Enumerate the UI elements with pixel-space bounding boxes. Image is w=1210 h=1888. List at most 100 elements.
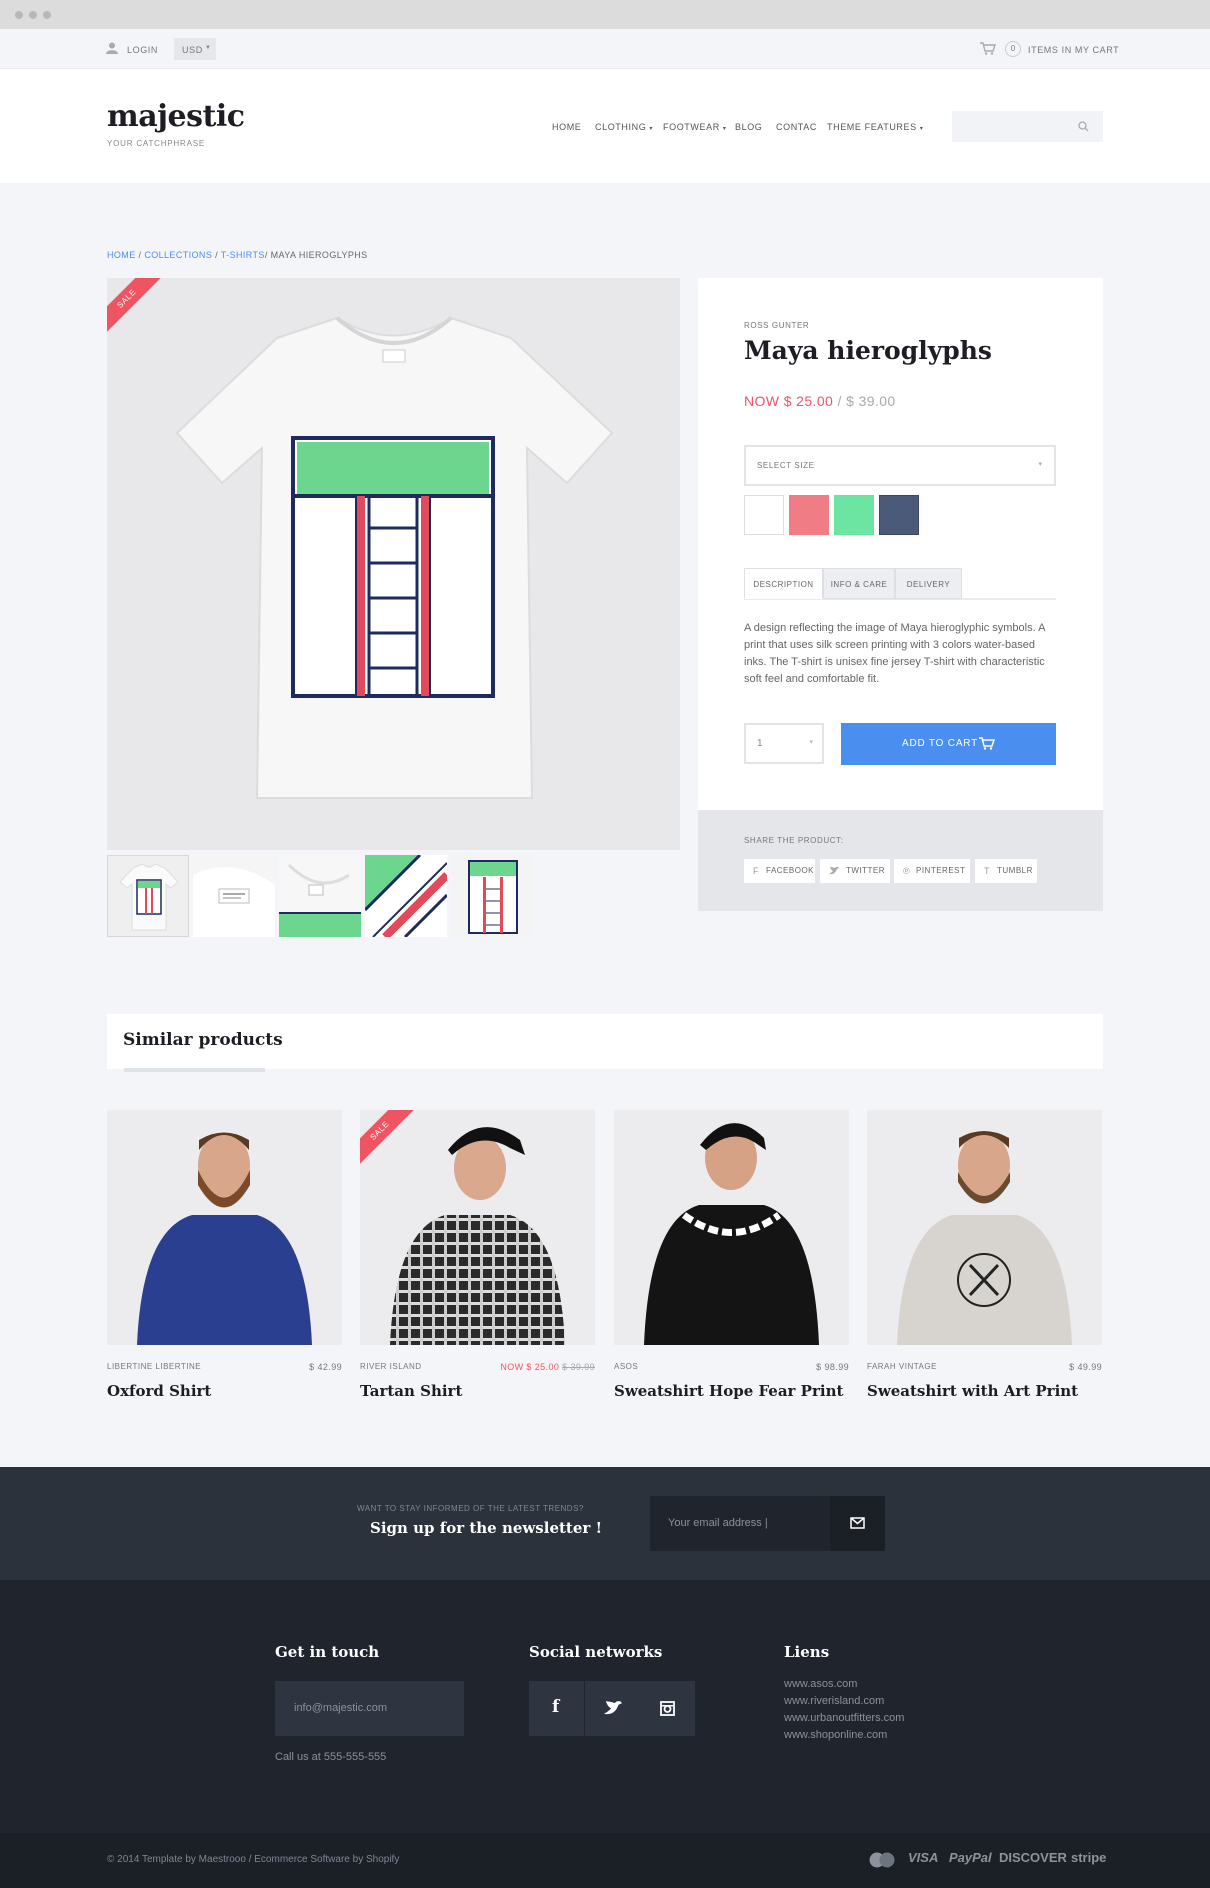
size-select-placeholder: SELECT SIZE [757, 461, 815, 470]
product-name[interactable]: Sweatshirt Hope Fear Print [614, 1382, 843, 1400]
product-photo[interactable] [614, 1110, 849, 1345]
product-main-image[interactable]: SALE [107, 278, 680, 850]
footer-social-title: Social networks [529, 1643, 663, 1661]
thumbnail-4[interactable] [365, 855, 447, 937]
footer-phone: Call us at 555-555-555 [275, 1751, 387, 1763]
newsletter-kicker: WANT TO STAY INFORMED OF THE LATEST TREN… [357, 1504, 584, 1513]
chevron-down-icon: ▾ [919, 126, 924, 132]
chevron-down-icon: ▾ [649, 126, 654, 132]
tumblr-icon: t [984, 866, 990, 876]
share-facebook-button[interactable]: f FACEBOOK [744, 859, 815, 883]
nav-contact[interactable]: CONTAC [776, 122, 817, 132]
share-tumblr-label: TUMBLR [997, 866, 1033, 875]
product-name[interactable]: Oxford Shirt [107, 1382, 211, 1400]
color-swatch-green[interactable] [834, 495, 874, 535]
add-to-cart-button[interactable]: ADD TO CART [841, 723, 1056, 765]
price-now: NOW $ 25.00 [744, 393, 834, 409]
color-swatch-pink[interactable] [789, 495, 829, 535]
nav-footwear[interactable]: FOOTWEAR ▾ [663, 122, 727, 132]
footer-instagram-button[interactable] [640, 1681, 695, 1736]
tab-info-care[interactable]: INFO & CARE [823, 568, 895, 599]
thumbnail-5[interactable] [451, 855, 533, 937]
thumbnail-1[interactable] [107, 855, 189, 937]
tab-delivery[interactable]: DELIVERY [895, 568, 962, 599]
product-card[interactable]: LIBERTINE LIBERTINE $ 42.99 Oxford Shirt [107, 1110, 342, 1400]
nav-theme-features-label: THEME FEATURES [827, 122, 917, 132]
color-swatch-white[interactable] [744, 495, 784, 535]
color-swatch-navy[interactable] [879, 495, 919, 535]
share-pinterest-button[interactable]: ℗ PINTEREST [894, 859, 970, 883]
product-card[interactable]: ASOS $ 98.99 Sweatshirt Hope Fear Print [614, 1110, 849, 1400]
cart-icon[interactable] [980, 42, 996, 55]
product-card[interactable]: SALE RIVER ISLAND NOW $ 25.00 $ 39.99 Ta… [360, 1110, 595, 1400]
product-price: $ 98.99 [816, 1362, 849, 1372]
thumbnail-label [193, 867, 275, 937]
breadcrumb-current: MAYA HIEROGLYPHS [270, 250, 368, 260]
product-photo[interactable]: SALE [360, 1110, 595, 1345]
share-tumblr-button[interactable]: t TUMBLR [975, 859, 1037, 883]
currency-select[interactable]: USD ▼ [174, 38, 216, 60]
footer-link[interactable]: www.shoponline.com [784, 1729, 887, 1741]
facebook-icon: f [552, 1697, 560, 1717]
add-to-cart-label: ADD TO CART [902, 738, 979, 749]
twitter-icon [604, 1701, 622, 1715]
nav-theme-features[interactable]: THEME FEATURES ▾ [827, 122, 923, 132]
newsletter-email-input[interactable]: Your email address | [650, 1496, 830, 1551]
thumbnail-3[interactable] [279, 855, 361, 937]
breadcrumb-collections[interactable]: COLLECTIONS [144, 250, 212, 260]
login-link[interactable]: LOGIN [127, 45, 158, 55]
window-dot [15, 11, 23, 19]
newsletter-section: WANT TO STAY INFORMED OF THE LATEST TREN… [0, 1467, 1210, 1580]
price-old: $ 39.00 [846, 393, 896, 409]
cart-label[interactable]: ITEMS IN MY CART [1028, 45, 1119, 55]
share-pinterest-label: PINTEREST [916, 866, 966, 875]
product-name[interactable]: Sweatshirt with Art Print [867, 1382, 1078, 1400]
thumbnail-collar [279, 863, 361, 937]
nav-clothing[interactable]: CLOTHING ▾ [595, 122, 653, 132]
product-card[interactable]: FARAH VINTAGE $ 49.99 Sweatshirt with Ar… [867, 1110, 1102, 1400]
search-input[interactable] [952, 111, 1103, 142]
footer-link[interactable]: www.asos.com [784, 1678, 857, 1690]
site-tagline: YOUR CATCHPHRASE [107, 139, 205, 148]
share-twitter-button[interactable]: TWITTER [820, 859, 890, 883]
price-now: NOW $ 25.00 [500, 1362, 560, 1372]
tab-description[interactable]: DESCRIPTION [744, 568, 823, 599]
footer-email-box[interactable]: info@majestic.com [275, 1681, 464, 1736]
price-separator: / [837, 393, 842, 409]
breadcrumb-home[interactable]: HOME [107, 250, 136, 260]
product-name[interactable]: Tartan Shirt [360, 1382, 462, 1400]
footer-link[interactable]: www.riverisland.com [784, 1695, 884, 1707]
footer-twitter-button[interactable] [585, 1681, 640, 1736]
thumbnail-2[interactable] [193, 855, 275, 937]
footer-contact-title: Get in touch [275, 1643, 380, 1661]
discover-logo: DISCOVER [999, 1850, 1067, 1865]
nav-blog[interactable]: BLOG [735, 122, 762, 132]
site-logo[interactable]: majestic [107, 99, 245, 134]
footer-facebook-button[interactable]: f [529, 1681, 584, 1736]
product-price: $ 49.99 [1069, 1362, 1102, 1372]
chevron-down-icon: ▾ [809, 739, 813, 746]
cart-count-badge: 0 [1005, 41, 1021, 57]
product-price: $ 42.99 [309, 1362, 342, 1372]
thumbnail-tshirt [119, 863, 179, 931]
product-photo[interactable] [107, 1110, 342, 1345]
user-icon [106, 42, 118, 54]
breadcrumb-tshirts[interactable]: T-SHIRTS [221, 250, 265, 260]
breadcrumb: HOME / COLLECTIONS / T-SHIRTS/ MAYA HIER… [107, 250, 368, 260]
quantity-select[interactable]: 1 ▾ [744, 723, 824, 764]
facebook-icon: f [753, 866, 759, 876]
product-description: A design reflecting the image of Maya hi… [744, 622, 1045, 685]
footer-links-title: Liens [784, 1643, 830, 1661]
envelope-icon [850, 1517, 865, 1529]
product-title: Maya hieroglyphs [744, 336, 992, 365]
newsletter-email-placeholder: Your email address | [668, 1517, 768, 1529]
newsletter-submit-button[interactable] [830, 1496, 885, 1551]
product-photo[interactable] [867, 1110, 1102, 1345]
mastercard-icon [869, 1852, 895, 1868]
footer-link[interactable]: www.urbanoutfitters.com [784, 1712, 904, 1724]
footer-email[interactable]: info@majestic.com [294, 1702, 387, 1714]
search-icon[interactable] [1078, 121, 1089, 132]
nav-home[interactable]: HOME [552, 122, 581, 132]
size-select[interactable]: SELECT SIZE ▾ [744, 445, 1056, 486]
product-price: NOW $ 25.00 / $ 39.00 [744, 393, 896, 409]
